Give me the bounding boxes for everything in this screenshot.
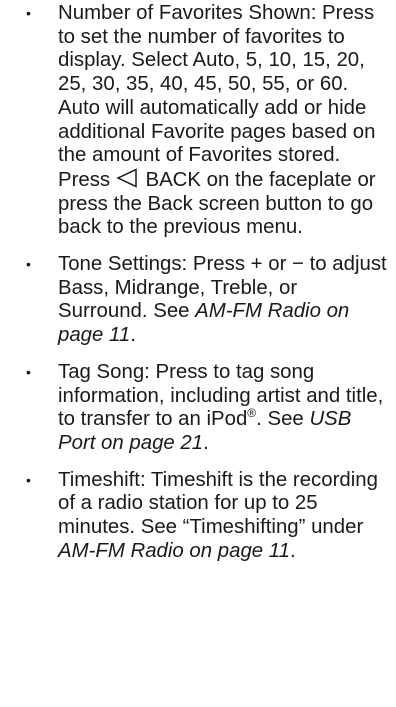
list-item-timeshift: • Timeshift: Timeshift is the recording … [0,469,396,564]
list-item-number-of-favorites: • Number of Favorites Shown: Press to se… [0,2,396,240]
settings-bullet-list: • Number of Favorites Shown: Press to se… [0,2,396,563]
item-text-end: . [289,539,296,562]
page-reference: AM-FM Radio on page 11 [58,539,290,562]
bullet-icon: • [26,5,31,21]
item-text-mid: . See [256,408,304,431]
registered-mark: ® [247,406,257,421]
document-page: • Number of Favorites Shown: Press to se… [0,0,396,576]
item-text: Timeshift: Timeshift is the recording of… [58,468,378,539]
bullet-icon: • [26,363,31,380]
list-item-tag-song: • Tag Song: Press to tag song informatio… [0,361,396,456]
back-triangle-icon [116,168,137,188]
item-text: Number of Favorites Shown: Press to set … [58,2,376,191]
item-text-end: . [130,324,136,347]
bullet-icon: • [26,256,31,273]
bullet-icon: • [26,471,31,488]
list-item-tone-settings: • Tone Settings: Press + or − to adjust … [0,253,396,348]
item-text-end: . [203,431,209,454]
